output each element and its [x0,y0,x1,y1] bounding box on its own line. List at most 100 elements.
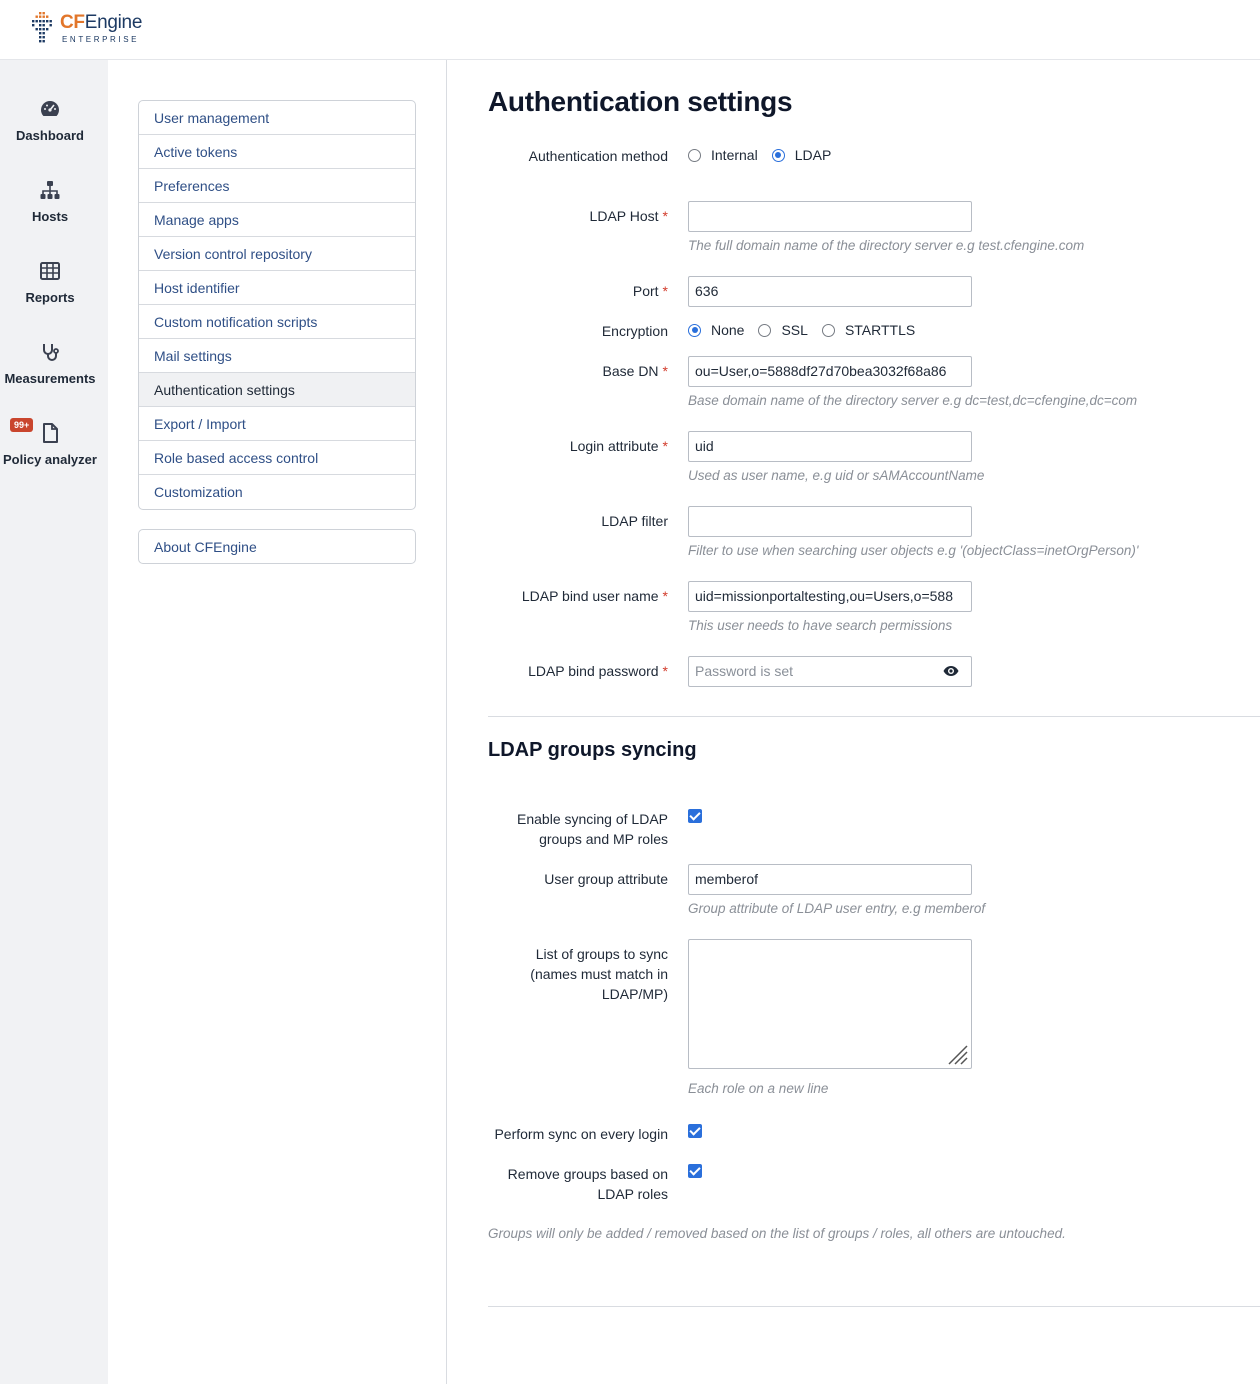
required-mark: * [662,438,668,454]
eye-icon[interactable] [943,664,959,678]
encryption-none-label[interactable]: None [711,322,744,338]
encryption-ssl-radio[interactable] [758,323,772,337]
page-title: Authentication settings [488,86,793,117]
perform-sync-label: Perform sync on every login [494,1126,668,1142]
login-attribute-label: Login attribute * [570,436,668,456]
resize-grip-icon[interactable] [945,1042,969,1066]
policy-analyzer-badge: 99+ [10,418,34,432]
settings-menu-item[interactable]: Export / Import [139,407,415,441]
groups-list-hint: Each role on a new line [688,1081,829,1096]
auth-internal-label[interactable]: Internal [711,147,758,163]
top-bar: CFEngine ENTERPRISE [0,0,1260,60]
encryption-starttls-radio[interactable] [821,323,835,337]
settings-menu-item[interactable]: Custom notification scripts [139,305,415,339]
logo-engine-text: Engine [84,12,143,33]
about-cfengine-link[interactable]: About CFEngine [138,529,416,564]
bind-password-input[interactable]: Password is set [688,656,972,687]
nav-measurements[interactable]: Measurements [0,341,100,386]
groups-list-label-line3: LDAP/MP) [601,986,668,1002]
user-group-attr-hint: Group attribute of LDAP user entry, e.g … [688,901,986,916]
settings-menu-item[interactable]: Manage apps [139,203,415,237]
file-icon [43,423,58,443]
settings-menu-panel: User management Active tokens Preferences M… [108,60,447,1384]
left-nav: Dashboard Hosts Reports Measurements 99+ [0,60,108,1384]
encryption-radio-group: None SSL STARTTLS [688,322,929,338]
groups-section-title: LDAP groups syncing [488,739,697,761]
nav-hosts[interactable]: Hosts [0,179,100,224]
ldap-filter-input[interactable] [688,506,972,537]
login-attribute-label-text: Login attribute [569,438,659,454]
section-divider [488,716,1260,717]
table-icon [40,262,60,280]
enable-sync-label: Enable syncing of LDAP groups and MP rol… [517,809,668,849]
settings-menu-item[interactable]: Active tokens [139,135,415,169]
perform-sync-checkbox[interactable] [688,1124,702,1138]
enable-sync-checkbox[interactable] [688,809,702,823]
login-attribute-input[interactable]: uid [688,431,972,462]
ldap-host-label: LDAP Host * [590,206,668,226]
sitemap-icon [40,181,60,199]
settings-menu-item[interactable]: Role based access control [139,441,415,475]
remove-groups-checkbox[interactable] [688,1164,702,1178]
ldap-host-input[interactable] [688,201,972,232]
required-mark: * [662,588,668,604]
speedometer-icon [41,101,59,116]
ldap-filter-hint: Filter to use when searching user object… [688,543,1139,558]
settings-menu-item[interactable]: User management [139,101,415,135]
base-dn-hint: Base domain name of the directory server… [688,393,1138,408]
nav-hosts-label: Hosts [31,209,69,224]
groups-list-textarea[interactable] [688,939,972,1069]
required-mark: * [662,363,668,379]
auth-ldap-radio[interactable] [771,148,785,162]
auth-internal-radio[interactable] [688,148,701,162]
settings-menu-item[interactable]: Customization [139,475,415,509]
settings-menu-item[interactable]: Authentication settings [139,373,415,407]
logo-edition-text: ENTERPRISE [62,35,140,44]
encryption-none-radio[interactable] [688,323,701,337]
bottom-divider [488,1306,1260,1307]
groups-footer-note: Groups will only be added / removed base… [488,1226,1066,1241]
encryption-starttls-label[interactable]: STARTTLS [845,322,915,338]
groups-list-label: List of groups to sync (names must match… [530,944,668,1004]
bind-password-placeholder: Password is set [695,663,794,679]
port-label: Port * [633,281,668,301]
encryption-label: Encryption [601,323,668,339]
nav-reports[interactable]: Reports [0,260,100,305]
nav-policy-analyzer-label: Policy analyzer [3,452,97,467]
settings-menu-item[interactable]: Mail settings [139,339,415,373]
nav-reports-label: Reports [25,290,75,305]
bind-password-label-text: LDAP bind password [528,663,659,679]
nav-measurements-label: Measurements [4,371,96,386]
base-dn-input[interactable]: ou=User,o=5888df27d70bea3032f68a86 [688,356,972,387]
port-label-text: Port [632,283,659,299]
user-group-attr-input[interactable]: memberof [688,864,972,895]
encryption-ssl-label[interactable]: SSL [781,322,807,338]
bind-user-hint: This user needs to have search permissio… [688,618,953,633]
auth-method-radio-group: Internal LDAP [688,147,845,163]
auth-ldap-label[interactable]: LDAP [795,147,832,163]
ldap-host-hint: The full domain name of the directory se… [688,238,1085,253]
groups-list-label-line2: (names must match in [530,966,668,982]
cfengine-logo-icon [32,12,52,43]
bind-user-label: LDAP bind user name * [522,586,668,606]
nav-dashboard[interactable]: Dashboard [0,98,100,143]
settings-menu-item[interactable]: Preferences [139,169,415,203]
base-dn-label: Base DN * [603,361,668,381]
cfengine-logo[interactable]: CFEngine ENTERPRISE [30,12,142,46]
logo-cf-text: CF [60,12,85,33]
base-dn-label-text: Base DN [602,363,659,379]
user-group-attr-label: User group attribute [544,871,668,887]
port-input[interactable]: 636 [688,276,972,307]
login-attribute-hint: Used as user name, e.g uid or sAMAccount… [688,468,985,483]
bind-user-input[interactable]: uid=missionportaltesting,ou=Users,o=588 [688,581,972,612]
groups-list-label-line1: List of groups to sync [535,946,668,962]
nav-policy-analyzer[interactable]: 99+ Policy analyzer [0,418,100,467]
required-mark: * [662,208,668,224]
settings-menu: User management Active tokens Preferences M… [138,100,416,510]
auth-method-label: Authentication method [528,148,668,164]
settings-menu-item[interactable]: Host identifier [139,271,415,305]
ldap-filter-label: LDAP filter [601,513,668,529]
settings-menu-item[interactable]: Version control repository [139,237,415,271]
nav-dashboard-label: Dashboard [16,128,84,143]
ldap-host-label-text: LDAP Host [589,208,659,224]
